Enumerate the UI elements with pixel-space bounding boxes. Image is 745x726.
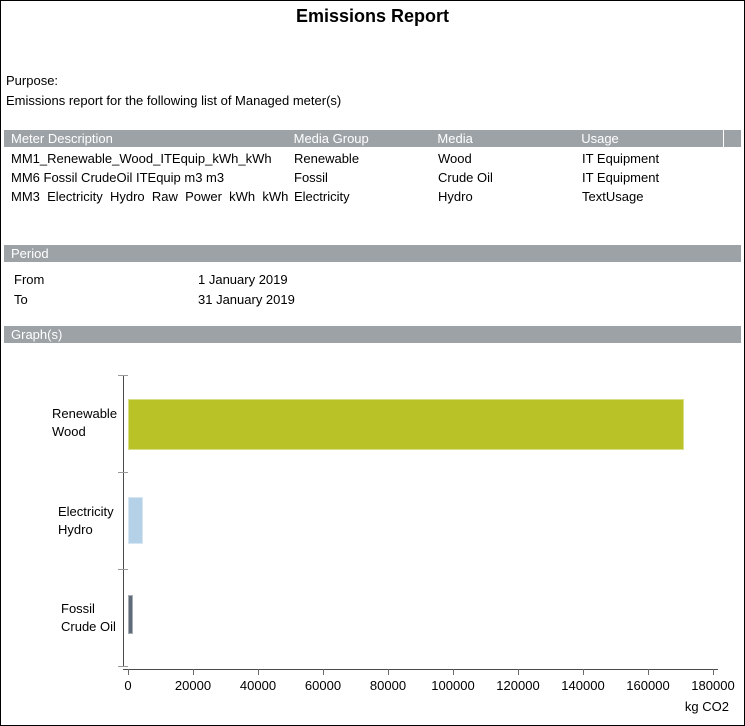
category-label-fossil-crude-oil: Fossil Crude Oil [61, 600, 116, 636]
x-tick-label: 160000 [626, 678, 669, 693]
meters-table: Meter Description Media Group Media Usag… [1, 130, 744, 206]
period-from-row: From 1 January 2019 [4, 269, 741, 289]
x-tick-label: 20000 [175, 678, 211, 693]
purpose-section: Purpose: Emissions report for the follow… [6, 71, 744, 111]
bar-renewable-wood [128, 399, 684, 450]
x-axis-line [123, 669, 718, 670]
cell-media: Crude Oil [438, 170, 582, 185]
period-header: Period [4, 245, 741, 262]
x-axis-tick [323, 669, 324, 675]
period-from-label: From [4, 272, 198, 287]
category-label-renewable-wood: Renewable Wood [52, 405, 117, 441]
cell-usage: IT Equipment [582, 151, 724, 166]
purpose-text: Emissions report for the following list … [6, 91, 744, 111]
x-tick-label: 60000 [305, 678, 341, 693]
x-axis-tick [258, 669, 259, 675]
x-axis-tick [193, 669, 194, 675]
bar-fossil-crude-oil [128, 595, 133, 634]
x-axis-tick [453, 669, 454, 675]
column-header-usage: Usage [581, 130, 723, 147]
period-to-row: To 31 January 2019 [4, 289, 741, 309]
x-axis-tick [713, 669, 714, 675]
graphs-header: Graph(s) [4, 326, 741, 343]
cell-usage: TextUsage [582, 189, 724, 204]
cell-media-group: Renewable [294, 151, 438, 166]
y-axis-line [123, 375, 124, 666]
column-header-meter-description: Meter Description [4, 130, 294, 147]
period-to-value: 31 January 2019 [198, 292, 295, 307]
table-row: MM1_Renewable_Wood_ITEquip_kWh_kWh Renew… [4, 149, 741, 168]
x-axis-tick [128, 669, 129, 675]
cell-media-group: Electricity [294, 189, 438, 204]
table-row: MM3 Electricity Hydro Raw Power kWh kWh … [4, 187, 741, 206]
cell-media-group: Fossil [294, 170, 438, 185]
x-tick-label: 100000 [431, 678, 474, 693]
cell-meter-description: MM1_Renewable_Wood_ITEquip_kWh_kWh [4, 151, 294, 166]
purpose-label: Purpose: [6, 71, 744, 91]
x-axis-tick [518, 669, 519, 675]
graphs-section: Graph(s) 0 20000 40000 60000 80000 100000 1200… [1, 326, 744, 726]
period-from-value: 1 January 2019 [198, 272, 288, 287]
emissions-bar-chart: 0 20000 40000 60000 80000 100000 120000 140000 1… [1, 343, 744, 726]
x-axis-tick [648, 669, 649, 675]
x-tick-label: 180000 [691, 678, 734, 693]
meters-table-header-row: Meter Description Media Group Media Usag… [4, 130, 741, 147]
x-axis-tick [583, 669, 584, 675]
x-tick-label: 80000 [370, 678, 406, 693]
y-axis-tick [118, 472, 128, 473]
bar-electricity-hydro [128, 497, 143, 544]
graphs-header-label: Graph(s) [4, 326, 294, 343]
cell-usage: IT Equipment [582, 170, 724, 185]
report-page: Emissions Report Purpose: Emissions repo… [0, 0, 745, 726]
x-axis-tick [388, 669, 389, 675]
x-axis-unit-label: kg CO2 [685, 699, 729, 714]
period-body: From 1 January 2019 To 31 January 2019 [1, 269, 744, 309]
x-tick-label: 0 [124, 678, 131, 693]
x-tick-label: 120000 [496, 678, 539, 693]
y-axis-tick [118, 375, 128, 376]
column-header-media: Media [437, 130, 581, 147]
y-axis-tick [118, 666, 128, 667]
x-tick-label: 140000 [561, 678, 604, 693]
meters-table-body: MM1_Renewable_Wood_ITEquip_kWh_kWh Renew… [1, 149, 744, 206]
column-header-stub [723, 130, 741, 147]
period-section: Period From 1 January 2019 To 31 January… [1, 245, 744, 309]
period-header-label: Period [4, 245, 294, 262]
column-header-media-group: Media Group [294, 130, 438, 147]
category-label-electricity-hydro: Electricity Hydro [58, 503, 114, 539]
cell-media: Hydro [438, 189, 582, 204]
y-axis-tick [118, 569, 128, 570]
report-title: Emissions Report [1, 5, 744, 27]
cell-meter-description: MM3 Electricity Hydro Raw Power kWh kWh [4, 189, 294, 204]
cell-media: Wood [438, 151, 582, 166]
table-row: MM6 Fossil CrudeOil ITEquip m3 m3 Fossil… [4, 168, 741, 187]
period-to-label: To [4, 292, 198, 307]
x-tick-label: 40000 [240, 678, 276, 693]
cell-meter-description: MM6 Fossil CrudeOil ITEquip m3 m3 [4, 170, 294, 185]
